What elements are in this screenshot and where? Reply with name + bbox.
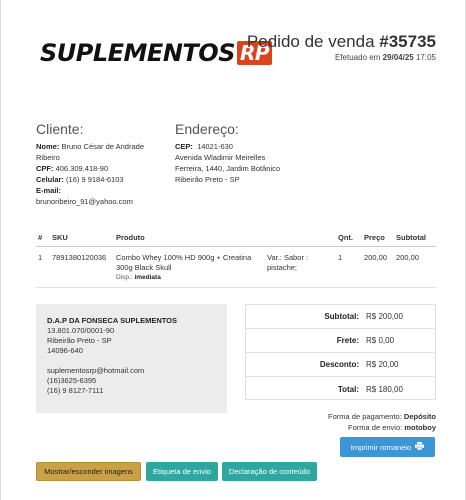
company-phone-2: (16) 9 8127-7111 xyxy=(47,386,104,395)
order-title: Pedido de venda #35735 xyxy=(247,32,436,52)
company-cnpj: 13.801.070/0001-90 xyxy=(47,326,115,335)
address-line-2: Ferreira, 1440, Jardim Botânico xyxy=(175,164,281,173)
logo-text: SUPLEMENTOS xyxy=(40,39,235,67)
col-header-price: Preço xyxy=(362,228,394,247)
order-date: Efetuado em 29/04/25 17:05 xyxy=(335,53,436,62)
availability-label: Disp.: xyxy=(116,274,133,281)
col-header-subtotal: Subtotal xyxy=(394,228,436,247)
col-header-number: # xyxy=(36,228,50,247)
company-info: D.A.P DA FONSECA SUPLEMENTOS 13.801.070/… xyxy=(36,304,227,413)
toggle-images-button[interactable]: Mostrar/esconder imagens xyxy=(36,462,141,481)
company-email: suplementosrp@hotmail.com xyxy=(47,366,145,375)
total-row: Total: R$ 180,00 xyxy=(246,377,435,401)
address-section-title: Endereço: xyxy=(175,121,239,137)
order-label: Pedido de venda xyxy=(246,32,375,51)
shipping-method-label: Forma de envio: xyxy=(348,423,403,432)
content-declaration-button[interactable]: Declaração de conteúdo xyxy=(222,462,317,481)
row-subtotal: 200,00 xyxy=(394,246,436,288)
address-cep-label: CEP: xyxy=(175,142,193,151)
items-table: # SKU Produto Qnt. Preço Subtotal 1 7891… xyxy=(36,228,436,288)
printer-icon xyxy=(415,442,425,452)
row-variation: Var.: Sabor : pistache; xyxy=(265,246,336,288)
col-header-sku: SKU xyxy=(50,228,114,247)
store-logo: SUPLEMENTOS RP xyxy=(40,39,273,67)
availability-value: imediata xyxy=(134,274,161,281)
client-phone-label: Celular: xyxy=(36,175,64,184)
shipping-cost-row: Frete: R$ 0,00 xyxy=(246,329,435,353)
row-availability: Disp.: imediata xyxy=(116,273,263,283)
company-phone-1: (16)3625-6395 xyxy=(47,376,97,385)
row-qty: 1 xyxy=(336,246,362,288)
client-cpf: 406.309.418-90 xyxy=(55,164,109,173)
row-price: 200,00 xyxy=(362,246,394,288)
shipping-method: Forma de envio: motoboy xyxy=(348,423,436,432)
address-line-3: Ribeirão Preto - SP xyxy=(175,175,240,184)
totals-box: Subtotal: R$ 200,00 Frete: R$ 0,00 Desco… xyxy=(245,304,436,400)
print-button-label: Imprimir romaneio xyxy=(350,442,412,452)
client-section-title: Cliente: xyxy=(36,121,84,137)
client-email-label: E-mail: xyxy=(36,186,62,195)
items-table-header: # SKU Produto Qnt. Preço Subtotal xyxy=(36,228,436,247)
row-sku: 7891380120036 xyxy=(50,246,114,288)
row-product: Combo Whey 100% HD 900g + Creatina 300g … xyxy=(116,253,252,272)
client-info: Nome: Bruno César de Andrade Ribeiro CPF… xyxy=(36,141,156,207)
col-header-qty: Qnt. xyxy=(336,228,362,247)
company-name: D.A.P DA FONSECA SUPLEMENTOS xyxy=(47,316,178,325)
payment-method: Forma de pagamento: Depósito xyxy=(328,412,436,421)
discount-label: Desconto: xyxy=(319,360,359,369)
print-packing-list-button[interactable]: Imprimir romaneio xyxy=(340,437,435,457)
order-number: #35735 xyxy=(379,32,436,51)
row-product-cell: Combo Whey 100% HD 900g + Creatina 300g … xyxy=(114,246,265,288)
company-city: Ribeirão Preto - SP xyxy=(47,336,112,345)
subtotal-value: R$ 200,00 xyxy=(366,312,403,321)
total-value: R$ 180,00 xyxy=(366,384,403,394)
total-label: Total: xyxy=(337,384,359,394)
date-label: Efetuado em xyxy=(334,53,381,62)
shipping-method-value: motoboy xyxy=(404,423,436,432)
shipping-cost-label: Frete: xyxy=(336,336,359,345)
subtotal-row: Subtotal: R$ 200,00 xyxy=(246,305,435,329)
client-name-label: Nome: xyxy=(36,142,60,151)
shipping-label-button[interactable]: Etiqueta de envio xyxy=(146,462,218,481)
col-header-product: Produto xyxy=(114,228,265,247)
client-phone: (16) 9 9184-6103 xyxy=(66,175,124,184)
client-cpf-label: CPF: xyxy=(36,164,54,173)
subtotal-label: Subtotal: xyxy=(324,312,359,321)
discount-row: Desconto: R$ 20,00 xyxy=(246,353,435,377)
payment-method-value: Depósito xyxy=(403,412,436,421)
company-cep: 14096-640 xyxy=(47,346,83,355)
address-cep: 14021-630 xyxy=(197,142,233,151)
date-value: 29/04/25 xyxy=(382,53,414,62)
row-number: 1 xyxy=(36,246,50,288)
shipping-cost-value: R$ 0,00 xyxy=(366,336,395,345)
address-info: CEP: 14021-630 Avenida Wladimir Meirelle… xyxy=(175,141,315,185)
address-line-1: Avenida Wladimir Meirelles xyxy=(175,153,266,162)
payment-method-label: Forma de pagamento: xyxy=(328,412,402,421)
col-header-variation xyxy=(265,228,336,247)
table-row: 1 7891380120036 Combo Whey 100% HD 900g … xyxy=(36,246,436,288)
time-value: 17:05 xyxy=(415,53,436,62)
discount-value: R$ 20,00 xyxy=(366,360,399,369)
client-email: brunoribeiro_91@yahoo.com xyxy=(36,197,133,206)
